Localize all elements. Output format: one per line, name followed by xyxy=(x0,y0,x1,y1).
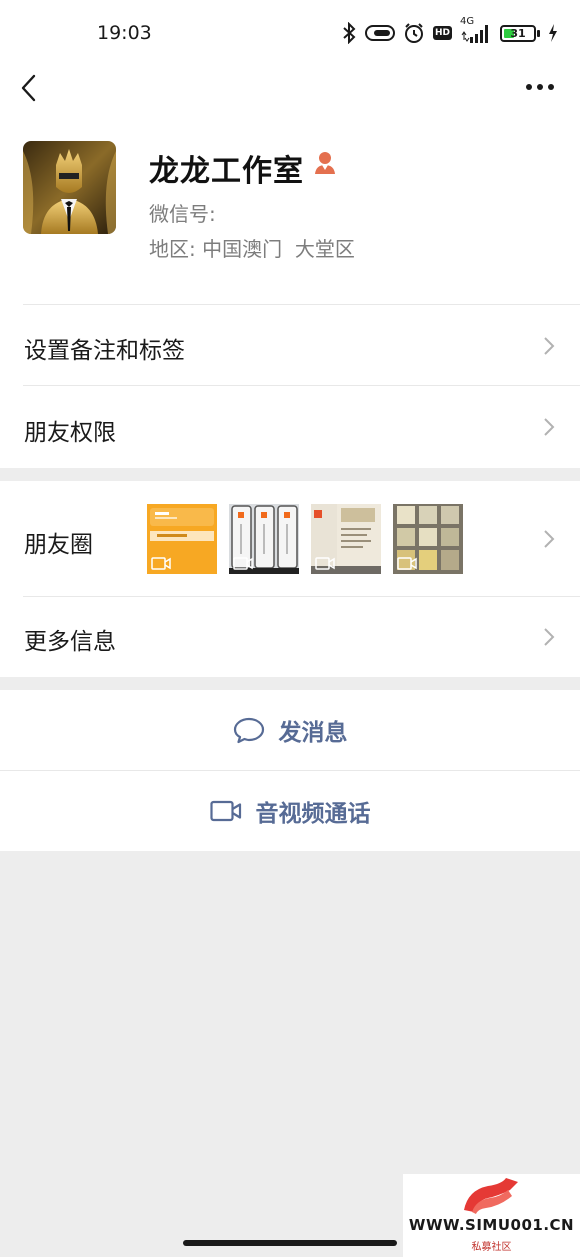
video-icon xyxy=(233,557,253,570)
network-label: 4G xyxy=(460,16,475,27)
video-call-icon xyxy=(209,800,241,822)
chevron-right-icon xyxy=(544,628,555,646)
wechat-id: 微信号: xyxy=(149,202,216,226)
avatar[interactable] xyxy=(23,141,116,234)
watermark-url: WWW.SIMU001.CN xyxy=(408,1216,575,1234)
moments-thumb xyxy=(393,504,463,574)
remark-tags-row[interactable]: 设置备注和标签 xyxy=(0,305,580,385)
alarm-icon xyxy=(403,21,425,45)
female-icon xyxy=(313,150,337,176)
send-message-button[interactable]: 发消息 xyxy=(0,690,580,770)
status-time: 19:03 xyxy=(97,22,152,44)
moments-thumb xyxy=(147,504,217,574)
moments-label: 朋友圈 xyxy=(24,532,93,558)
bluetooth-icon xyxy=(341,21,357,45)
status-bar: 19:03 HD 4G 31 xyxy=(0,0,580,64)
moments-row[interactable]: 朋友圈 xyxy=(0,481,580,596)
vibrate-icon xyxy=(364,21,395,45)
hd-icon: HD xyxy=(432,26,452,40)
video-icon xyxy=(151,557,171,570)
signal-icon: 4G xyxy=(460,17,492,45)
moments-thumb xyxy=(311,504,381,574)
battery-level: 31 xyxy=(510,26,526,40)
send-message-label: 发消息 xyxy=(278,720,348,746)
remark-tags-label: 设置备注和标签 xyxy=(24,338,185,364)
more-info-row[interactable]: 更多信息 xyxy=(0,597,580,677)
watermark-arrow-icon xyxy=(464,1178,518,1214)
home-indicator[interactable] xyxy=(183,1240,397,1246)
status-icons: HD 4G 31 xyxy=(341,17,558,46)
profile-nickname: 龙龙工作室 xyxy=(149,154,304,189)
watermark-logo: WWW.SIMU001.CN 私募社区 xyxy=(403,1174,580,1257)
av-call-label: 音视频通话 xyxy=(255,801,371,827)
back-arrow-icon xyxy=(21,74,36,102)
av-call-button[interactable]: 音视频通话 xyxy=(0,771,580,851)
chevron-right-icon xyxy=(544,337,555,355)
more-button[interactable] xyxy=(520,68,560,108)
video-icon xyxy=(315,557,335,570)
watermark-subtitle: 私募社区 xyxy=(471,1242,512,1253)
chevron-right-icon xyxy=(544,530,555,548)
region: 地区: 中国澳门 大堂区 xyxy=(149,237,355,261)
charging-icon xyxy=(548,21,558,45)
back-button[interactable] xyxy=(14,68,50,108)
chevron-right-icon xyxy=(544,418,555,436)
battery-icon: 31 xyxy=(500,21,540,45)
moments-section: 朋友圈 更多信息 xyxy=(0,481,580,677)
friend-permissions-row[interactable]: 朋友权限 xyxy=(0,386,580,468)
more-info-label: 更多信息 xyxy=(24,629,116,655)
chat-bubble-icon xyxy=(233,717,264,744)
video-icon xyxy=(397,557,417,570)
actions-section: 发消息 音视频通话 xyxy=(0,690,580,851)
friend-permissions-label: 朋友权限 xyxy=(24,420,116,446)
moments-thumb xyxy=(229,504,299,574)
profile-card: 龙龙工作室 微信号: 地区: 中国澳门 大堂区 设置备注和标签 朋友权限 xyxy=(0,64,580,468)
more-dots-icon xyxy=(526,84,554,90)
